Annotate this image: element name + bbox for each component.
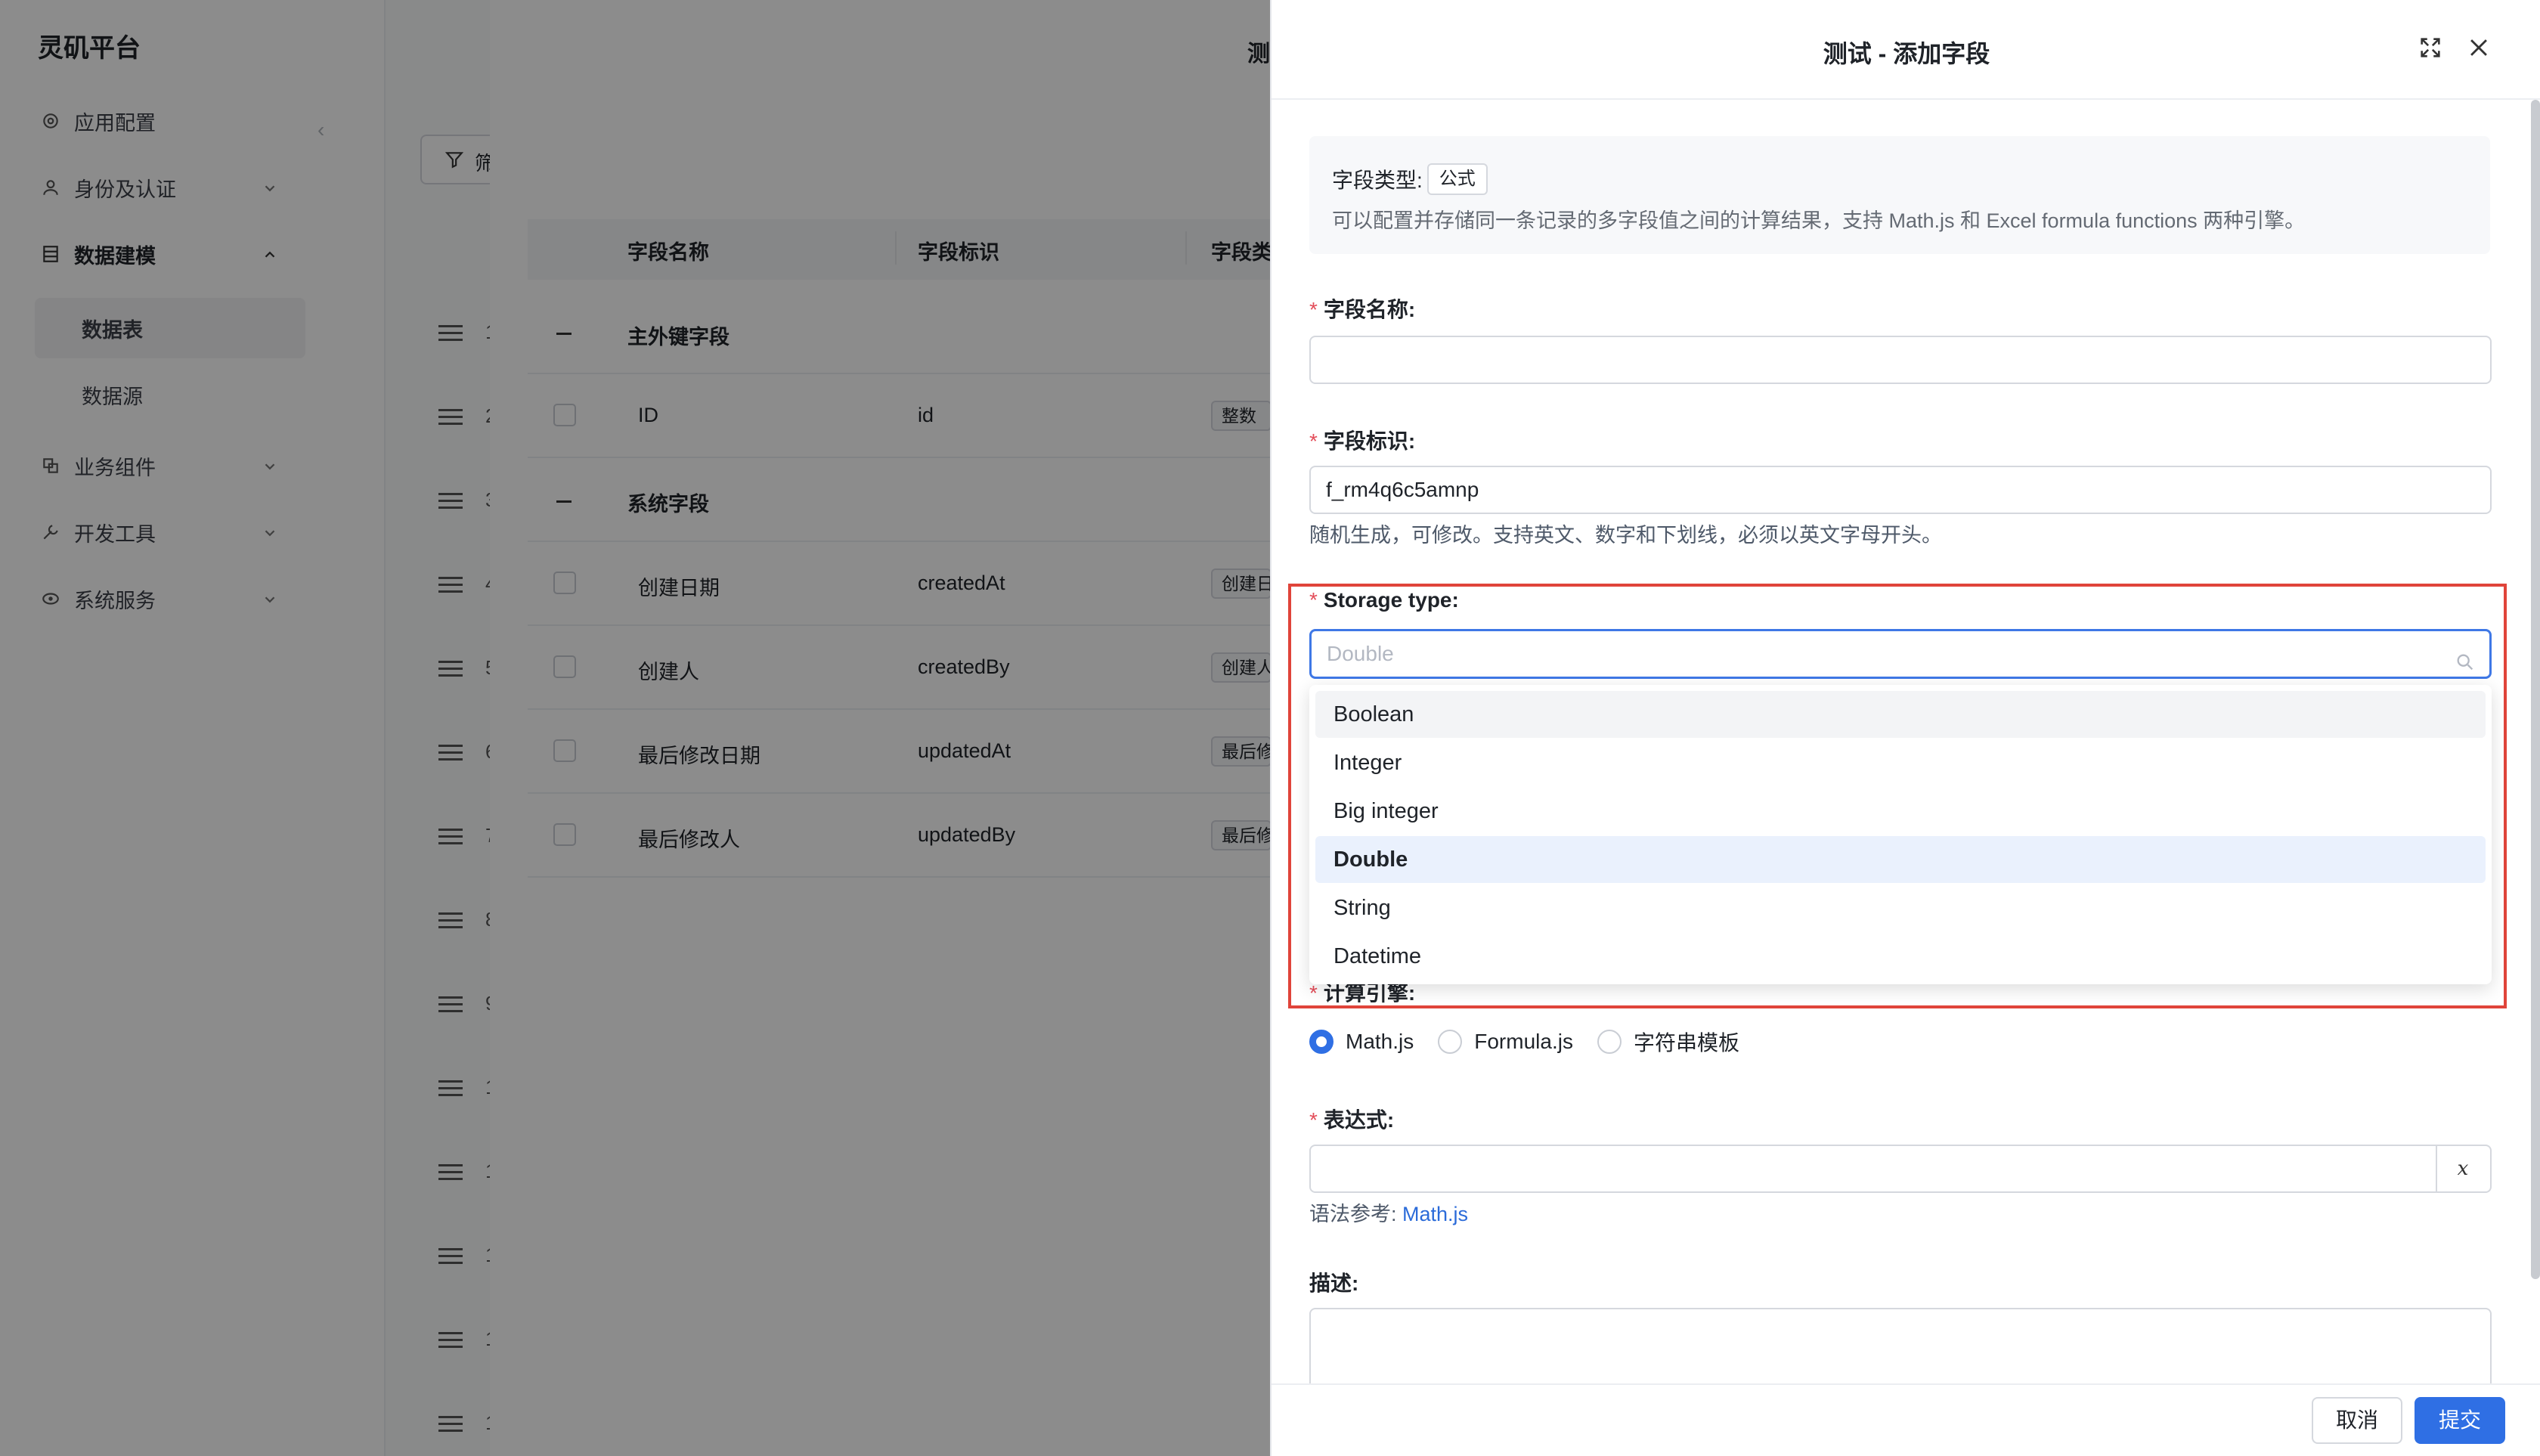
- scrollbar[interactable]: [2531, 100, 2540, 1279]
- expression-label: * 表达式:: [1309, 1104, 1394, 1134]
- expression-help-prefix: 语法参考:: [1309, 1203, 1397, 1225]
- field-type-description: 可以配置并存储同一条记录的多字段值之间的计算结果，支持 Math.js 和 Ex…: [1332, 209, 2306, 232]
- field-type-tag: 公式: [1426, 163, 1488, 195]
- radio-label: Formula.js: [1474, 1030, 1573, 1053]
- storage-type-select[interactable]: Double: [1309, 629, 2492, 679]
- radio-unchecked-icon: [1438, 1030, 1463, 1054]
- engine-option-formulajs[interactable]: Formula.js: [1438, 1030, 1573, 1054]
- expression-input[interactable]: [1309, 1145, 2437, 1193]
- description-label: 描述:: [1309, 1272, 1359, 1295]
- field-name-input[interactable]: [1309, 336, 2492, 384]
- radio-label: Math.js: [1346, 1030, 1414, 1053]
- drawer-header: 测试 - 添加字段: [1272, 0, 2540, 100]
- storage-type-label-text: Storage type:: [1323, 588, 1459, 612]
- storage-option-string[interactable]: String: [1315, 884, 2486, 931]
- fullscreen-icon[interactable]: [2418, 35, 2448, 65]
- field-name-label: * 字段名称:: [1309, 293, 1415, 324]
- storage-type-placeholder: Double: [1327, 642, 1394, 665]
- field-key-input[interactable]: f_rm4q6c5amnp: [1309, 466, 2492, 514]
- required-mark: *: [1309, 429, 1318, 453]
- drawer-title: 测试 - 添加字段: [1823, 40, 1990, 67]
- field-name-label-text: 字段名称:: [1323, 298, 1416, 321]
- engine-option-string-template[interactable]: 字符串模板: [1597, 1027, 1739, 1057]
- field-key-help: 随机生成，可修改。支持英文、数字和下划线，必须以英文字母开头。: [1309, 524, 1942, 547]
- required-mark: *: [1309, 588, 1318, 612]
- search-icon: [2455, 643, 2476, 689]
- required-mark: *: [1309, 1108, 1318, 1132]
- engine-radio-group: Math.js Formula.js 字符串模板: [1309, 1027, 1764, 1057]
- engine-label-text: 计算引擎:: [1323, 981, 1416, 1005]
- storage-type-label: * Storage type:: [1309, 588, 1459, 612]
- submit-button[interactable]: 提交: [2415, 1397, 2505, 1444]
- storage-type-dropdown: Boolean Integer Big integer Double Strin…: [1309, 685, 2492, 984]
- field-key-label-text: 字段标识:: [1323, 429, 1416, 453]
- radio-unchecked-icon: [1597, 1030, 1622, 1054]
- expression-help: 语法参考: Math.js: [1309, 1197, 1468, 1227]
- field-type-row: 字段类型: 公式: [1332, 163, 1488, 195]
- storage-option-datetime[interactable]: Datetime: [1315, 933, 2486, 980]
- mathjs-link[interactable]: Math.js: [1402, 1203, 1468, 1225]
- expression-function-button[interactable]: x: [2436, 1145, 2492, 1193]
- required-mark: *: [1309, 298, 1318, 321]
- field-type-info: [1309, 136, 2490, 254]
- expression-label-text: 表达式:: [1323, 1108, 1395, 1132]
- cancel-button[interactable]: 取消: [2312, 1397, 2402, 1444]
- close-icon[interactable]: [2466, 35, 2496, 65]
- modal-overlay[interactable]: [0, 0, 1270, 1456]
- engine-option-mathjs[interactable]: Math.js: [1309, 1030, 1414, 1054]
- radio-label: 字符串模板: [1633, 1031, 1739, 1055]
- field-key-label: * 字段标识:: [1309, 425, 1415, 455]
- storage-option-boolean[interactable]: Boolean: [1315, 691, 2486, 738]
- storage-option-double[interactable]: Double: [1315, 836, 2486, 883]
- field-type-label: 字段类型:: [1332, 169, 1423, 192]
- required-mark: *: [1309, 981, 1318, 1005]
- storage-option-integer[interactable]: Integer: [1315, 739, 2486, 786]
- add-field-drawer: 测试 - 添加字段 字段类型: 公式 可以配置并存储同一条记录的多字段值之间的计…: [1270, 0, 2540, 1456]
- storage-option-big-integer[interactable]: Big integer: [1315, 788, 2486, 835]
- radio-checked-icon: [1309, 1030, 1334, 1054]
